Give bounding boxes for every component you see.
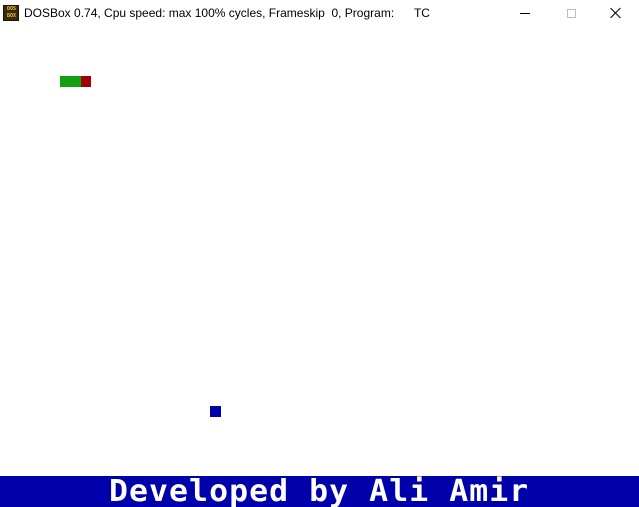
app-icon-text-bottom: BOX: [6, 13, 17, 19]
dosbox-window: DOS BOX DOSBox 0.74, Cpu speed: max 100%…: [0, 0, 639, 507]
dosbox-app-icon[interactable]: DOS BOX: [3, 5, 19, 21]
title-bar[interactable]: DOS BOX DOSBox 0.74, Cpu speed: max 100%…: [0, 0, 639, 26]
footer-banner: Developed by Ali Amir: [0, 476, 639, 507]
maximize-icon: [566, 8, 576, 18]
app-icon-text-top: DOS: [6, 6, 17, 12]
dos-game-screen[interactable]: Developed by Ali Amir: [0, 26, 639, 507]
food-pellet: [210, 406, 221, 417]
close-icon: [610, 7, 622, 19]
developer-credit: Developed by Ali Amir: [109, 474, 530, 507]
snake-body: [60, 76, 81, 87]
maximize-button[interactable]: [548, 0, 594, 26]
snake-head: [81, 76, 91, 87]
minimize-icon: [520, 12, 530, 14]
minimize-button[interactable]: [502, 0, 548, 26]
window-title: DOSBox 0.74, Cpu speed: max 100% cycles,…: [24, 6, 430, 20]
close-button[interactable]: [593, 0, 639, 26]
